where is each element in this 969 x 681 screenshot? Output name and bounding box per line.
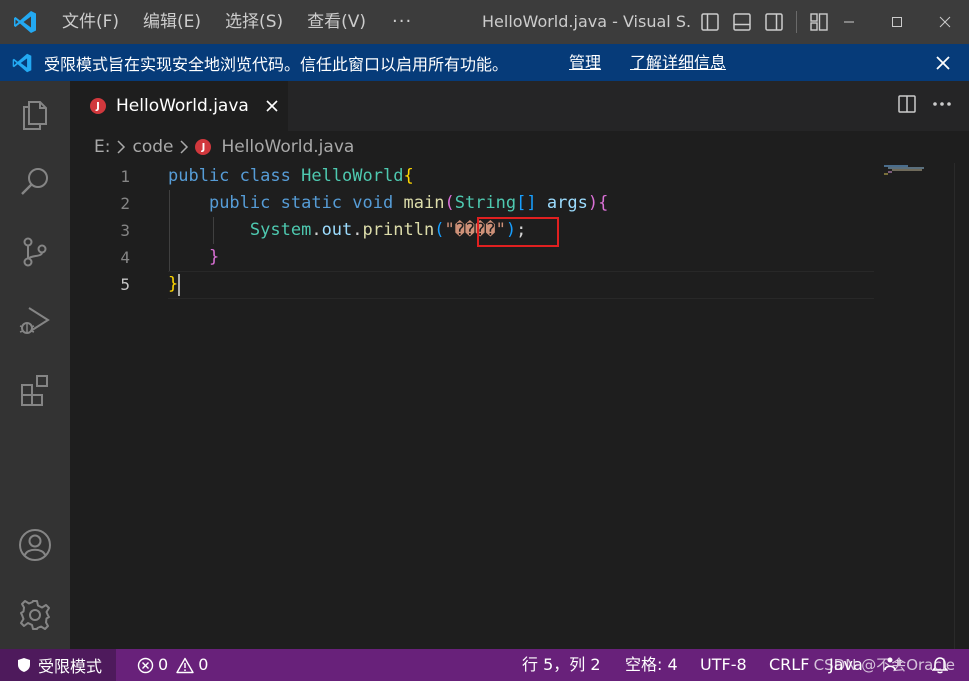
line-number: 5 xyxy=(120,275,130,294)
code-line-2: 2 public static void main(String[] args)… xyxy=(70,190,890,217)
title-bar: 文件(F) 编辑(E) 选择(S) 查看(V) ··· HelloWorld.j… xyxy=(0,0,969,44)
code-text: } xyxy=(168,274,179,294)
maximize-icon[interactable] xyxy=(873,0,921,44)
menu-more-icon[interactable]: ··· xyxy=(378,0,426,44)
menu-edit[interactable]: 编辑(E) xyxy=(131,0,213,44)
search-icon[interactable] xyxy=(0,152,70,212)
breadcrumb-file[interactable]: HelloWorld.java xyxy=(221,137,354,157)
tab-label: HelloWorld.java xyxy=(116,96,249,116)
split-editor-icon[interactable] xyxy=(897,94,917,118)
toggle-secondary-sidebar-icon[interactable] xyxy=(758,0,790,44)
error-icon xyxy=(137,657,154,673)
restricted-mode-banner: 受限模式旨在实现安全地浏览代码。信任此窗口以启用所有功能。 管理 了解详细信息 xyxy=(0,44,969,81)
banner-close-icon[interactable] xyxy=(931,44,955,81)
source-control-icon[interactable] xyxy=(0,222,70,282)
banner-learn-more-link[interactable]: 了解详细信息 xyxy=(630,44,726,81)
chevron-right-icon xyxy=(116,140,126,154)
explorer-icon[interactable] xyxy=(0,85,70,145)
titlebar-separator xyxy=(796,11,797,33)
menu-file[interactable]: 文件(F) xyxy=(50,0,131,44)
java-file-icon: J xyxy=(195,139,212,155)
extensions-icon[interactable] xyxy=(0,360,70,420)
cursor-position[interactable]: 行 5，列 2 xyxy=(522,649,601,681)
more-actions-icon[interactable] xyxy=(931,94,953,118)
banner-message: 受限模式旨在实现安全地浏览代码。信任此窗口以启用所有功能。 xyxy=(44,54,509,74)
close-window-icon[interactable] xyxy=(921,0,969,44)
toggle-panel-icon[interactable] xyxy=(726,0,758,44)
code-text: public static void main(String[] args){ xyxy=(208,193,609,213)
java-file-icon: J xyxy=(90,98,106,114)
indentation[interactable]: 空格: 4 xyxy=(625,649,678,681)
shield-icon xyxy=(18,658,30,672)
csdn-watermark: CSDN @不会Oracle xyxy=(813,656,955,674)
line-number: 2 xyxy=(120,194,130,213)
restricted-mode-label: 受限模式 xyxy=(38,657,103,676)
tab-bar: J HelloWorld.java xyxy=(70,81,969,131)
menu-bar: 文件(F) 编辑(E) 选择(S) 查看(V) ··· xyxy=(50,0,426,44)
status-bar: 受限模式 0 0 行 5，列 2 空格: 4 UTF-8 CRLF Java C… xyxy=(0,649,969,681)
editor-actions xyxy=(897,81,953,131)
tab-helloworld-java[interactable]: J HelloWorld.java xyxy=(70,81,288,131)
line-number: 1 xyxy=(120,167,130,186)
warning-count: 0 xyxy=(198,655,209,674)
encoding[interactable]: UTF-8 xyxy=(700,649,747,681)
minimize-icon[interactable] xyxy=(825,0,873,44)
breadcrumb: E: code J HelloWorld.java xyxy=(70,131,969,163)
text-cursor xyxy=(178,274,180,296)
minimap[interactable] xyxy=(882,163,962,243)
breadcrumb-folder[interactable]: code xyxy=(132,137,173,157)
code-text: System.out.println("����"); xyxy=(249,220,527,240)
menu-selection[interactable]: 选择(S) xyxy=(213,0,295,44)
code-line-1: 1 public class HelloWorld{ xyxy=(70,163,890,190)
code-text: } xyxy=(208,247,220,267)
vscode-logo-icon xyxy=(0,0,50,44)
end-of-line[interactable]: CRLF xyxy=(769,649,809,681)
window-title: HelloWorld.java - Visual S... xyxy=(482,12,690,31)
accounts-icon[interactable] xyxy=(0,515,70,575)
code-line-4: 4 } xyxy=(70,244,890,271)
code-editor[interactable]: 1 public class HelloWorld{ 2 public stat… xyxy=(70,163,969,649)
run-and-debug-icon[interactable] xyxy=(0,291,70,351)
layout-controls xyxy=(694,0,835,44)
menu-view[interactable]: 查看(V) xyxy=(295,0,378,44)
tab-close-icon[interactable] xyxy=(263,97,281,115)
manage-gear-icon[interactable] xyxy=(0,585,70,645)
warning-icon xyxy=(176,657,194,673)
breadcrumb-drive[interactable]: E: xyxy=(94,137,110,157)
chevron-right-icon xyxy=(179,140,189,154)
banner-manage-link[interactable]: 管理 xyxy=(569,44,601,81)
activity-bar xyxy=(0,81,70,649)
code-line-5: 5 } xyxy=(70,271,890,298)
window-controls xyxy=(825,0,969,44)
vertical-scrollbar[interactable] xyxy=(954,163,969,649)
vscode-banner-logo-icon xyxy=(0,44,44,81)
toggle-primary-sidebar-icon[interactable] xyxy=(694,0,726,44)
problems-indicator[interactable]: 0 0 xyxy=(137,649,208,681)
garbled-text-highlight xyxy=(477,217,559,247)
restricted-mode-indicator[interactable]: 受限模式 xyxy=(0,649,117,681)
error-count: 0 xyxy=(158,655,169,674)
line-number: 3 xyxy=(120,221,130,240)
line-number: 4 xyxy=(120,248,130,267)
code-text: public class HelloWorld{ xyxy=(168,166,414,186)
